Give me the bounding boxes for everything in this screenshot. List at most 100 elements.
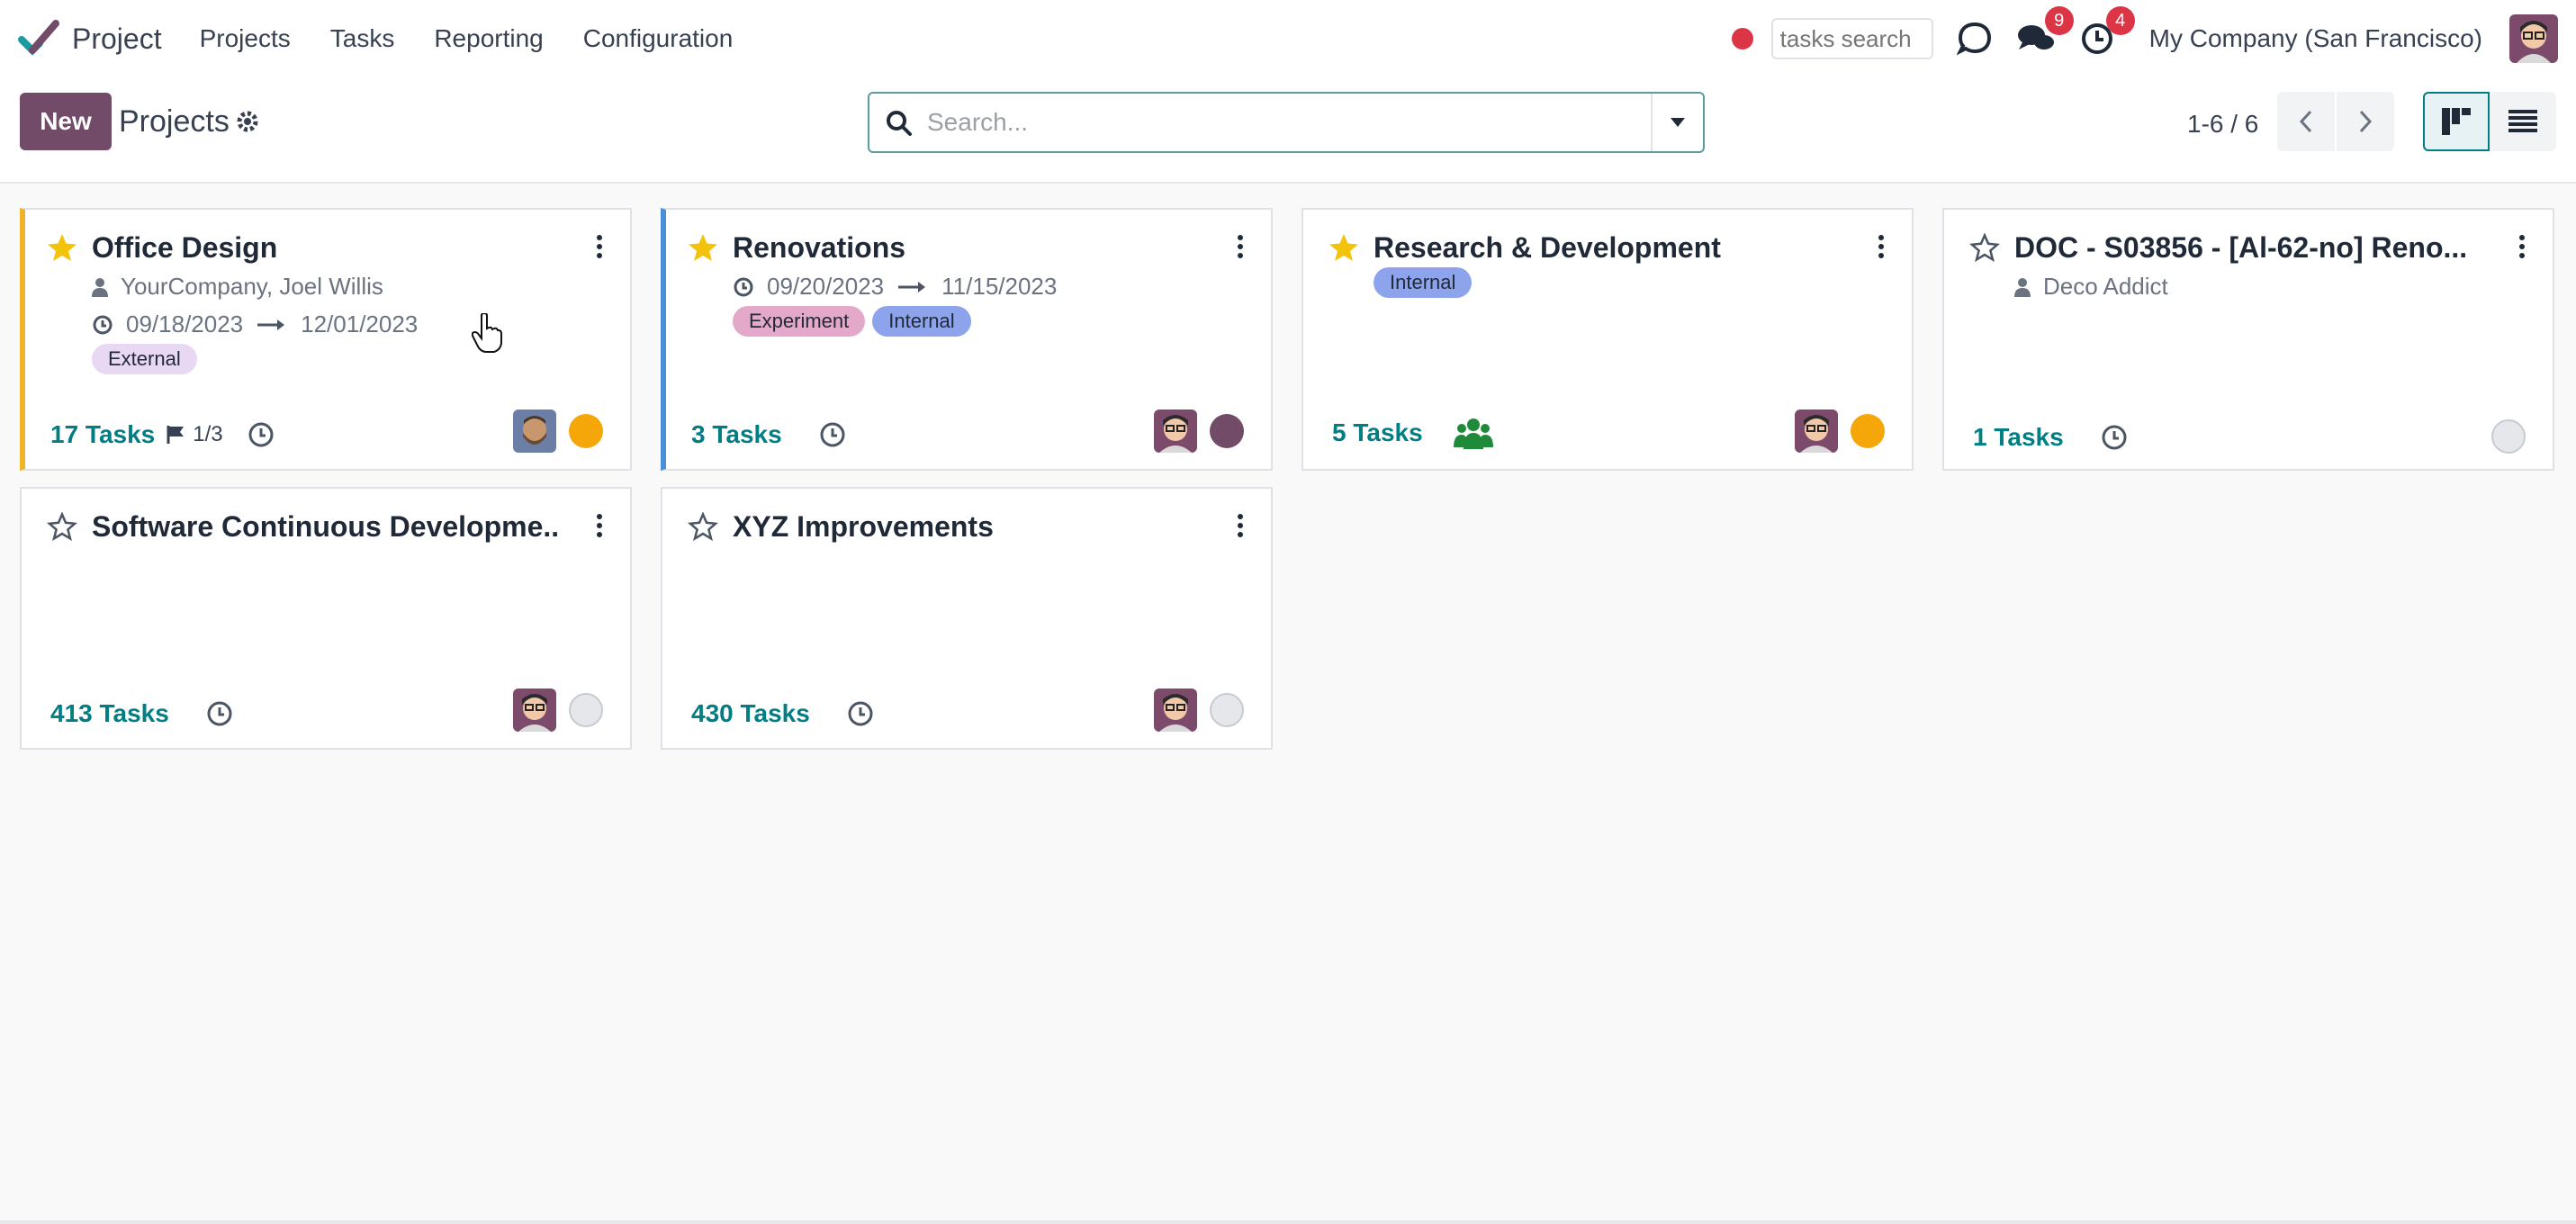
project-customer: Deco Addict (2014, 273, 2168, 301)
card-footer: 17 Tasks 1/3 (50, 420, 275, 449)
star-filled-icon[interactable] (47, 233, 77, 262)
star-outline-icon[interactable] (1969, 233, 2000, 262)
menu-configuration[interactable]: Configuration (583, 24, 734, 53)
kebab-menu-icon[interactable] (1878, 235, 1885, 258)
recording-indicator-icon[interactable] (1731, 28, 1753, 50)
chevron-left-icon (2299, 110, 2312, 133)
pager-previous-button[interactable] (2277, 92, 2335, 151)
kanban-view-button[interactable] (2423, 92, 2490, 151)
user-avatar[interactable] (2509, 14, 2558, 63)
project-title[interactable]: DOC - S03856 - [Al-62-no] Reno... (2014, 231, 2467, 265)
discuss-icon[interactable] (1955, 19, 1995, 58)
app-brand[interactable]: Project (18, 18, 162, 59)
clock-icon (848, 701, 873, 726)
kebab-menu-icon[interactable] (2518, 235, 2526, 258)
project-title[interactable]: Renovations (733, 231, 905, 265)
task-count-link[interactable]: 5 Tasks (1332, 418, 1423, 447)
customer-name: YourCompany, Joel Willis (121, 273, 383, 300)
project-status-indicator[interactable] (1210, 414, 1244, 448)
activity-button[interactable] (2100, 423, 2129, 452)
milestone-progress[interactable]: 1/3 (166, 422, 223, 447)
customer-name: Deco Addict (2043, 273, 2168, 300)
project-card[interactable]: Office Design YourCompany, Joel Willis 0… (20, 208, 632, 471)
kebab-menu-icon[interactable] (596, 235, 603, 258)
card-right (513, 688, 603, 732)
search-icon (887, 111, 912, 136)
list-icon (2508, 110, 2537, 132)
activity-button[interactable] (846, 699, 875, 728)
project-manager-avatar[interactable] (1154, 688, 1197, 732)
clock-icon (734, 277, 753, 296)
avatar-icon (1795, 410, 1838, 453)
project-card[interactable]: Software Continuous Developme... 413 Tas… (20, 487, 632, 750)
company-switcher[interactable]: My Company (San Francisco) (2149, 24, 2482, 53)
card-right (1795, 410, 1885, 453)
pager-next-button[interactable] (2337, 92, 2394, 151)
users-group-icon (1453, 418, 1493, 449)
project-title[interactable]: Software Continuous Developme... (92, 510, 560, 544)
task-count-link[interactable]: 430 Tasks (691, 699, 810, 728)
project-card[interactable]: Research & Development Internal 5 Tasks (1302, 208, 1914, 471)
project-manager-avatar[interactable] (1154, 410, 1197, 453)
project-manager-avatar[interactable] (513, 688, 556, 732)
tag: External (92, 344, 197, 374)
kebab-menu-icon[interactable] (596, 514, 603, 537)
activity-button[interactable] (247, 420, 275, 449)
activity-button[interactable] (205, 699, 234, 728)
project-status-indicator[interactable] (569, 693, 603, 727)
checkmark-logo-icon (18, 20, 59, 56)
menu-projects[interactable]: Projects (200, 24, 291, 53)
star-outline-icon[interactable] (47, 512, 77, 541)
pager-value[interactable]: 1-6 / 6 (2187, 110, 2258, 139)
project-dates: 09/20/2023 11/15/2023 (733, 273, 1057, 301)
menu-tasks[interactable]: Tasks (330, 24, 395, 53)
followers-button[interactable] (1453, 417, 1493, 449)
app-name: Project (72, 22, 162, 55)
kebab-menu-icon[interactable] (1237, 514, 1244, 537)
search-bar (868, 92, 1705, 153)
project-status-indicator[interactable] (1851, 414, 1885, 448)
menu-reporting[interactable]: Reporting (434, 24, 543, 53)
project-manager-avatar[interactable] (513, 410, 556, 453)
arrow-right-icon (898, 281, 926, 292)
project-card[interactable]: DOC - S03856 - [Al-62-no] Reno... Deco A… (1942, 208, 2554, 471)
star-filled-icon[interactable] (1329, 233, 1359, 262)
task-count-link[interactable]: 413 Tasks (50, 699, 169, 728)
task-count-link[interactable]: 3 Tasks (691, 420, 782, 449)
star-filled-icon[interactable] (688, 233, 718, 262)
task-count-link[interactable]: 1 Tasks (1973, 423, 2064, 452)
chevron-right-icon (2359, 110, 2373, 133)
card-footer: 5 Tasks (1332, 417, 1493, 449)
list-view-button[interactable] (2490, 92, 2556, 151)
task-count-link[interactable]: 17 Tasks (50, 420, 155, 449)
project-status-indicator[interactable] (569, 414, 603, 448)
star-outline-icon[interactable] (688, 512, 718, 541)
clock-icon (93, 315, 113, 334)
date-end: 12/01/2023 (301, 310, 419, 338)
project-status-indicator[interactable] (1210, 693, 1244, 727)
new-button[interactable]: New (20, 93, 112, 150)
project-title[interactable]: XYZ Improvements (733, 510, 994, 544)
project-status-indicator[interactable] (2491, 419, 2526, 454)
card-footer: 413 Tasks (50, 699, 234, 728)
project-card[interactable]: Renovations 09/20/2023 11/15/2023 Experi… (661, 208, 1273, 471)
messages-icon[interactable]: 9 (2016, 6, 2074, 58)
kebab-menu-icon[interactable] (1237, 235, 1244, 258)
gear-icon[interactable] (236, 110, 259, 133)
search-options-toggle[interactable] (1651, 94, 1703, 151)
project-card[interactable]: XYZ Improvements 430 Tasks (661, 487, 1273, 750)
clock-icon (207, 701, 232, 726)
person-icon (92, 277, 108, 297)
avatar-icon (513, 410, 556, 453)
milestone-value: 1/3 (193, 422, 223, 446)
activities-icon[interactable]: 4 (2077, 6, 2135, 58)
search-input[interactable] (927, 94, 1611, 151)
project-title[interactable]: Office Design (92, 231, 277, 265)
tasks-search-input[interactable] (1770, 18, 1933, 59)
breadcrumb[interactable]: Projects (119, 104, 230, 140)
project-manager-avatar[interactable] (1795, 410, 1838, 453)
project-tags: Experiment Internal (733, 306, 971, 337)
project-title[interactable]: Research & Development (1374, 231, 1721, 265)
page-bottom-border (0, 1220, 2576, 1224)
activity-button[interactable] (818, 420, 847, 449)
